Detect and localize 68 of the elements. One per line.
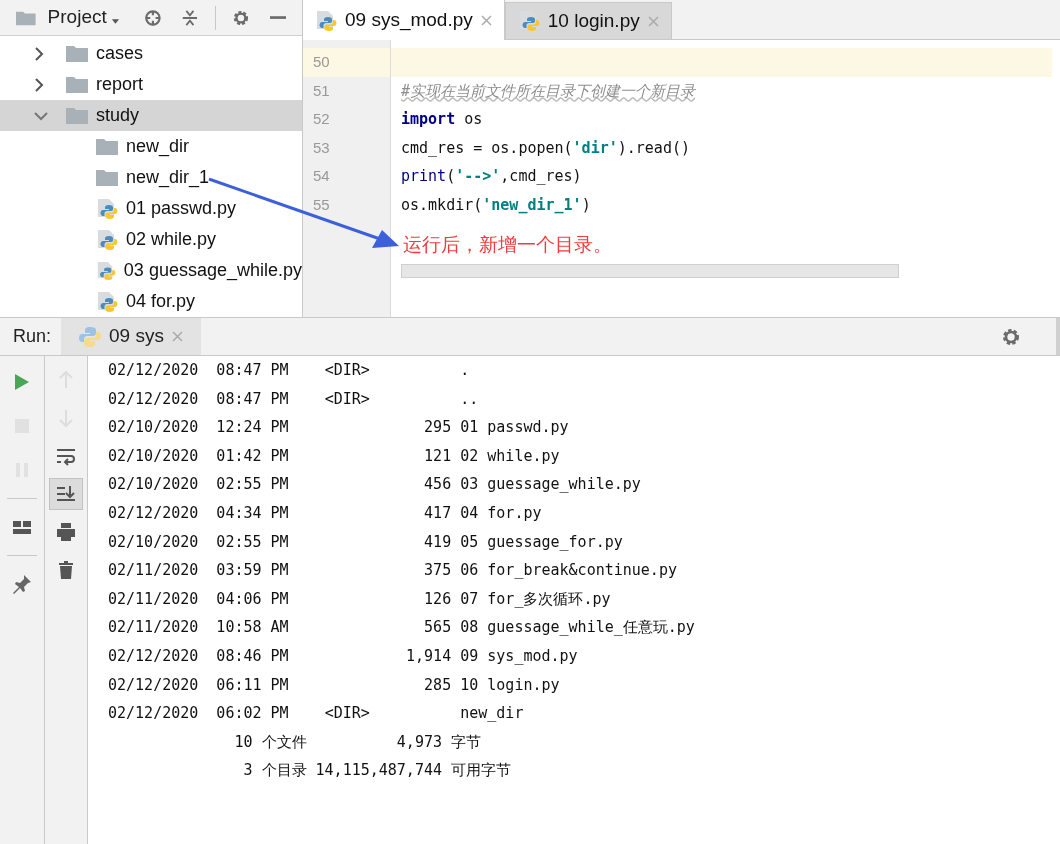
line-number: 51 xyxy=(313,80,330,101)
code-line: print('-->',cmd_res) xyxy=(401,166,582,187)
folder-icon xyxy=(16,9,36,26)
tree-item[interactable]: new_dir xyxy=(126,133,190,160)
console-line: 02/12/2020 08:47 PM <DIR> .. xyxy=(108,388,479,410)
tree-item[interactable]: 01 passwd.py xyxy=(126,195,237,222)
line-number: 53 xyxy=(313,137,330,158)
folder-icon xyxy=(96,169,118,186)
folder-icon xyxy=(96,138,118,155)
python-file-icon xyxy=(96,228,118,251)
chevron-right-icon[interactable] xyxy=(34,46,44,61)
line-number: 55 xyxy=(313,194,330,215)
tree-item[interactable]: 04 for.py xyxy=(126,288,196,315)
folder-icon xyxy=(66,107,88,124)
target-icon[interactable] xyxy=(143,7,162,28)
code-line: cmd_res = os.popen('dir').read() xyxy=(401,137,690,159)
console-line: 02/11/2020 10:58 AM 565 08 guessage_while_任意玩.py xyxy=(108,617,695,639)
chevron-right-icon[interactable] xyxy=(34,77,44,92)
python-file-icon xyxy=(315,9,337,32)
python-file-icon xyxy=(517,10,540,32)
settings-icon[interactable] xyxy=(1001,326,1021,347)
python-file-icon xyxy=(96,197,118,220)
minimize-icon[interactable] xyxy=(269,15,286,20)
editor-tab[interactable]: 10 login.py xyxy=(504,2,672,39)
console-line: 02/10/2020 02:55 PM 456 03 guessage_while.py xyxy=(108,474,641,496)
horizontal-scrollbar[interactable] xyxy=(401,263,899,278)
folder-icon xyxy=(66,76,88,93)
console-line: 3 个目录 14,115,487,744 可用字节 xyxy=(242,760,511,782)
toolbar-button[interactable] xyxy=(49,478,83,510)
console-line: 02/10/2020 12:24 PM 295 01 passwd.py xyxy=(108,417,569,439)
panel-title[interactable]: Project xyxy=(47,3,107,32)
python-icon xyxy=(79,325,102,348)
folder-icon xyxy=(66,45,88,62)
console-line: 02/10/2020 01:42 PM 121 02 while.py xyxy=(108,445,560,467)
line-number: 54 xyxy=(313,166,330,186)
pin-icon[interactable] xyxy=(12,574,32,594)
console-line: 02/10/2020 02:55 PM 419 05 guessage_for.py xyxy=(108,531,623,553)
trash-icon xyxy=(56,560,76,580)
run-label: Run: xyxy=(13,325,52,348)
console-line: 02/12/2020 08:47 PM <DIR> . xyxy=(108,360,470,381)
editor-tab[interactable]: 09 sys_mod.py xyxy=(303,0,505,41)
console-line: 02/12/2020 06:11 PM 285 10 login.py xyxy=(108,674,560,696)
line-number: 50 xyxy=(313,52,330,72)
soft-wrap-icon xyxy=(56,446,76,466)
console-line: 02/11/2020 04:06 PM 126 07 for_多次循环.py xyxy=(108,588,611,610)
tree-item[interactable]: report xyxy=(96,71,144,98)
console-line: 02/12/2020 04:34 PM 417 04 for.py xyxy=(108,502,542,524)
console-line: 02/12/2020 08:46 PM 1,914 09 sys_mod.py xyxy=(108,645,578,667)
console-line: 02/12/2020 06:02 PM <DIR> new_dir xyxy=(108,703,524,725)
console-line: 02/11/2020 03:59 PM 375 06 for_break&continue.py xyxy=(108,560,677,582)
code-line: import os xyxy=(401,109,483,130)
dropdown-icon[interactable] xyxy=(110,17,120,26)
code-line: os.mkdir('new_dir_1') xyxy=(401,194,591,216)
python-file-icon xyxy=(96,259,116,282)
print-icon xyxy=(56,522,76,542)
console-line: 10 个文件 4,973 字节 xyxy=(233,731,481,753)
tree-item[interactable]: 02 while.py xyxy=(126,226,217,253)
python-file-icon xyxy=(96,290,118,313)
code-comment: #实现在当前文件所在目录下创建一个新目录 xyxy=(401,80,696,102)
tree-item[interactable]: 03 guessage_while.py xyxy=(123,257,302,284)
chevron-down-icon[interactable] xyxy=(34,110,48,121)
line-number: 52 xyxy=(313,109,330,129)
tree-row[interactable]: study xyxy=(0,100,302,131)
annotation-text: 运行后，新增一个目录。 xyxy=(403,233,612,257)
tree-item[interactable]: cases xyxy=(96,40,144,67)
tree-item[interactable]: new_dir_1 xyxy=(126,164,210,191)
run-tab[interactable]: 09 sys xyxy=(61,318,201,355)
scroll-to-end-icon xyxy=(56,484,76,504)
